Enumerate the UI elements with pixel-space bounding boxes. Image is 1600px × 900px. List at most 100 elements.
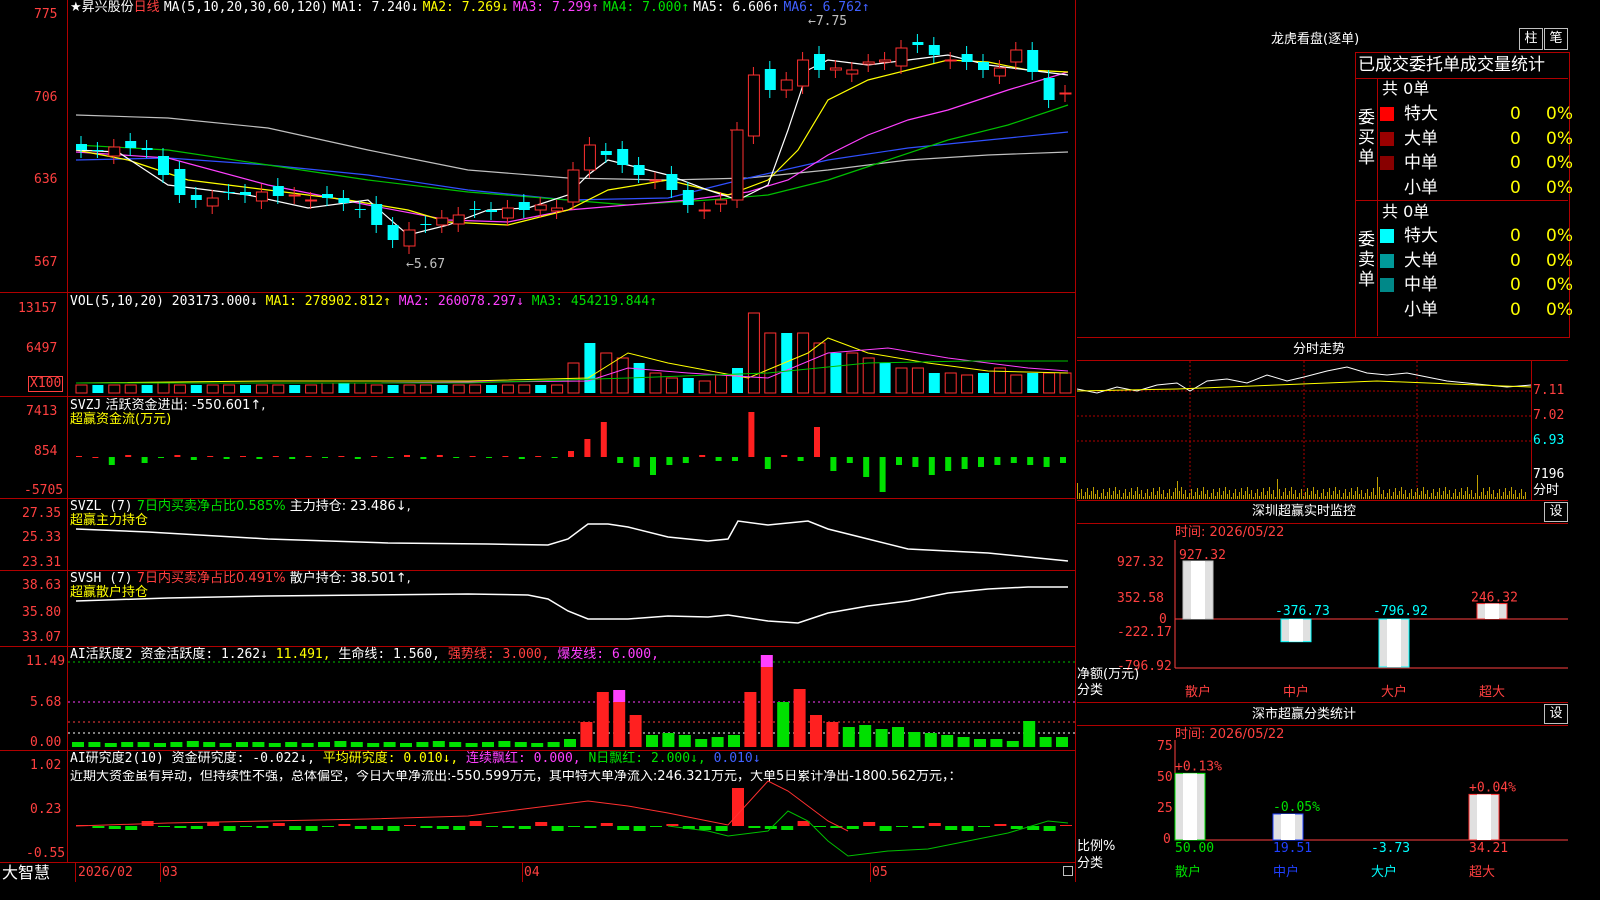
- candlestick-chart[interactable]: ←7.75 ←5.67: [68, 0, 1075, 292]
- activity-bar: [219, 743, 232, 747]
- activity-bar: [203, 742, 216, 747]
- date-divider: [522, 862, 523, 882]
- stat-pct-label: -0.05%: [1273, 800, 1320, 815]
- candle-body: [649, 179, 662, 182]
- intraday-volume-bar: [1499, 489, 1500, 499]
- intraday-volume-bar: [1197, 488, 1198, 499]
- activity-bar: [580, 722, 593, 747]
- intraday-volume-bar: [1235, 489, 1236, 499]
- volume-bar: [240, 385, 251, 393]
- date-tick: 03: [162, 865, 178, 880]
- monitor-value-label: 246.32: [1471, 591, 1518, 606]
- volume-bar: [305, 384, 318, 394]
- volume-bar: [157, 382, 170, 394]
- intraday-volume-bar: [1299, 493, 1300, 499]
- flow-bar: [92, 457, 99, 458]
- research-bar: [1010, 826, 1023, 829]
- order-color-swatch: [1380, 107, 1394, 121]
- flow-bar: [125, 455, 132, 457]
- candle-body: [944, 59, 957, 62]
- activity-bar: [859, 725, 872, 747]
- svzl-chart[interactable]: [68, 499, 1075, 570]
- flow-bar: [814, 427, 820, 457]
- research-bar: [354, 826, 367, 829]
- volume-bar: [190, 385, 202, 393]
- intraday-volume-bar: [1099, 497, 1100, 499]
- intraday-volume-bar: [1077, 483, 1078, 499]
- column-view-button[interactable]: 柱: [1519, 28, 1543, 50]
- intraday-volume-bar: [1223, 491, 1224, 499]
- fl-stat-chart[interactable]: +0.13% 50.00 散户 -0.05% 19.51 中户 -3.73 大户 +0.04% 3…: [1173, 740, 1568, 882]
- sz-monitor-chart[interactable]: 927.32 散户 -376.73 中户 -796.92 大户 246.32 超大: [1173, 540, 1568, 700]
- ai-research-chart[interactable]: [68, 751, 1075, 862]
- candle-body: [993, 67, 1006, 77]
- intraday-volume-bar: [1475, 493, 1476, 499]
- research-bar: [92, 826, 105, 828]
- candle-body: [764, 69, 776, 90]
- brand-logo: 大智慧: [2, 863, 51, 882]
- vol-tick: 6497: [26, 341, 58, 356]
- candle-body: [240, 192, 251, 195]
- candle-body: [518, 202, 530, 210]
- intraday-volume-bar: [1181, 487, 1182, 499]
- stat-category-label: 大户: [1371, 864, 1397, 880]
- sz-settings-button[interactable]: 设: [1544, 502, 1568, 522]
- ai2-tick: 0.23: [30, 802, 62, 817]
- intraday-volume-bar: [1449, 490, 1450, 499]
- intraday-volume-bar: [1257, 489, 1258, 499]
- volume-bar: [141, 385, 153, 393]
- intraday-volume-bar: [1519, 493, 1520, 499]
- volume-bar: [616, 357, 629, 394]
- order-count: 0: [1510, 250, 1521, 271]
- intraday-volume-bar: [1347, 496, 1348, 499]
- order-type: 特大: [1404, 226, 1438, 246]
- right-panel: 龙虎看盘(逐单) 柱 笔 已成交委托单成交量统计 委买单 委卖单 共 0单 共 …: [1077, 0, 1573, 882]
- intraday-volume-bar: [1407, 497, 1408, 499]
- activity-bar: [777, 702, 790, 747]
- order-count: 0: [1510, 128, 1521, 149]
- activity-bar: [416, 742, 429, 747]
- activity-bar: [72, 742, 84, 747]
- activity-bar: [875, 729, 888, 747]
- intraday-volume-bar: [1401, 487, 1402, 499]
- intraday-volume-bar: [1399, 491, 1400, 499]
- main-chart-area[interactable]: ★昇兴股份日线 MA(5,10,20,30,60,120) MA1: 7.240…: [0, 0, 1076, 882]
- svzj-chart[interactable]: [68, 397, 1075, 498]
- flow-bar: [486, 457, 492, 458]
- flow-bar: [518, 457, 525, 459]
- flow-bar: [338, 456, 345, 457]
- volume-bar: [370, 384, 383, 394]
- research-bar: [600, 823, 613, 826]
- fl-settings-button[interactable]: 设: [1544, 704, 1568, 724]
- intraday-volume-bar: [1455, 489, 1456, 499]
- activity-bar: [924, 733, 937, 747]
- volume-bar: [124, 384, 137, 394]
- volume-bar: [321, 382, 334, 394]
- candle-body: [1010, 49, 1023, 63]
- ai-activity-chart[interactable]: [68, 647, 1075, 750]
- research-bar: [814, 826, 826, 827]
- intraday-volume-bar: [1367, 489, 1368, 499]
- tick-view-button[interactable]: 笔: [1544, 28, 1568, 50]
- intraday-volume-bar: [1405, 490, 1406, 499]
- activity-bar: [596, 692, 609, 747]
- volume-bar: [649, 372, 662, 394]
- lock-icon[interactable]: [1063, 866, 1073, 876]
- vol-tick: 13157: [18, 301, 58, 316]
- volume-bar: [732, 368, 743, 393]
- sz-tick: -222.17: [1117, 625, 1172, 640]
- candle-body: [1027, 50, 1039, 72]
- order-pct: 0%: [1546, 226, 1573, 246]
- intraday-chart[interactable]: [1077, 361, 1531, 499]
- intraday-volume-bar: [1415, 492, 1416, 499]
- activity-bar: [121, 742, 134, 747]
- activity-bar: [465, 743, 478, 747]
- flow-bar: [896, 457, 902, 465]
- svsh-chart[interactable]: [68, 571, 1075, 646]
- vol-unit: X100: [28, 376, 64, 392]
- volume-bar: [911, 367, 924, 394]
- activity-bar: [744, 692, 757, 747]
- intraday-volume-bar: [1385, 497, 1386, 499]
- volume-chart[interactable]: [68, 293, 1075, 396]
- candle-body: [780, 79, 793, 91]
